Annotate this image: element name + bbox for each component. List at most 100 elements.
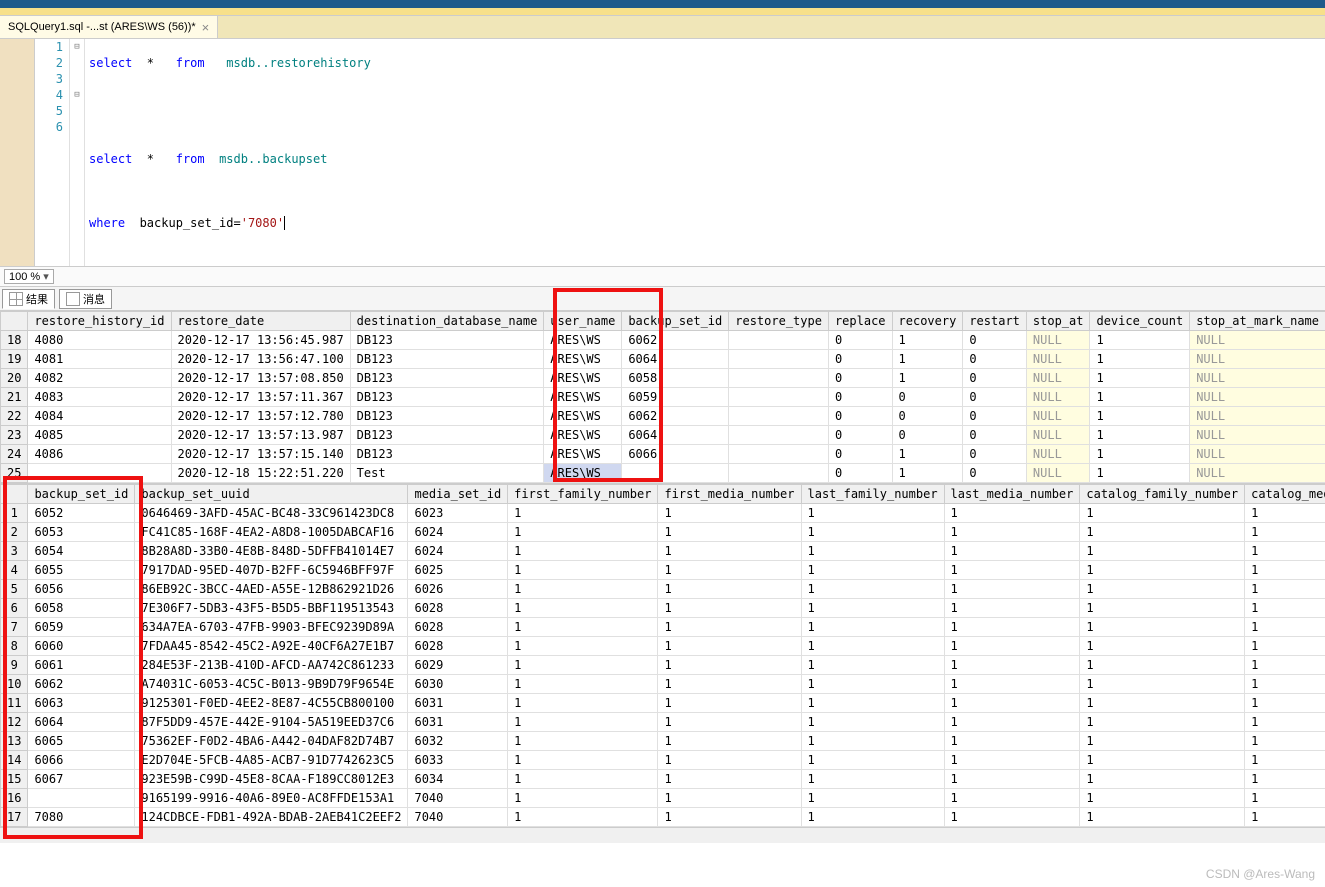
column-header[interactable]: restore_date [171,312,350,331]
table-cell[interactable]: 1 [1080,561,1245,580]
table-cell[interactable]: 923E59B-C99D-45E8-8CAA-F189CC8012E3 [135,770,408,789]
table-cell[interactable]: 1 [944,770,1080,789]
row-header[interactable]: 22 [1,407,28,426]
table-cell[interactable]: 1 [892,350,963,369]
table-cell[interactable] [28,789,135,808]
row-header[interactable]: 13 [1,732,28,751]
table-cell[interactable]: 1 [1090,331,1190,350]
row-header[interactable]: 17 [1,808,28,827]
table-cell[interactable]: DB123 [350,407,544,426]
table-cell[interactable]: 1 [1245,694,1325,713]
table-cell[interactable]: 4086 [28,445,171,464]
table-cell[interactable]: 1 [1245,542,1325,561]
table-cell[interactable]: 1 [658,504,801,523]
table-cell[interactable] [622,464,729,483]
table-cell[interactable]: 0 [828,388,892,407]
table-cell[interactable]: 0 [892,426,963,445]
table-cell[interactable]: 1 [1245,637,1325,656]
table-cell[interactable]: 1 [1245,504,1325,523]
table-cell[interactable]: 6055 [28,561,135,580]
table-cell[interactable]: E2D704E-5FCB-4A85-ACB7-91D7742623C5 [135,751,408,770]
table-cell[interactable]: 6034 [408,770,508,789]
table-cell[interactable]: 1 [801,732,944,751]
table-cell[interactable]: 0 [892,407,963,426]
table-cell[interactable]: NULL [1190,350,1325,369]
table-cell[interactable]: NULL [1026,369,1090,388]
table-cell[interactable]: DB123 [350,426,544,445]
table-cell[interactable]: 1 [1080,713,1245,732]
table-cell[interactable]: DB123 [350,350,544,369]
table-cell[interactable]: 1 [801,713,944,732]
table-cell[interactable]: 1 [944,732,1080,751]
table-cell[interactable]: 0 [828,407,892,426]
table-cell[interactable]: 9125301-F0ED-4EE2-8E87-4C55CB800100 [135,694,408,713]
table-cell[interactable]: 634A7EA-6703-47FB-9903-BFEC9239D89A [135,618,408,637]
table-cell[interactable]: 1 [508,770,658,789]
table-cell[interactable]: 6056 [28,580,135,599]
column-header[interactable] [1,312,28,331]
table-cell[interactable]: 0 [828,445,892,464]
table-cell[interactable]: NULL [1026,407,1090,426]
table-cell[interactable]: 7080 [28,808,135,827]
column-header[interactable]: last_media_number [944,485,1080,504]
table-cell[interactable]: 1 [892,464,963,483]
table-cell[interactable]: ARES\WS [544,445,622,464]
table-cell[interactable]: 1 [1245,599,1325,618]
table-cell[interactable]: 1 [801,751,944,770]
table-cell[interactable]: 6060 [28,637,135,656]
table-cell[interactable]: 1 [1090,426,1190,445]
row-header[interactable]: 24 [1,445,28,464]
table-cell[interactable]: 1 [944,751,1080,770]
table-cell[interactable]: 1 [1080,751,1245,770]
table-cell[interactable]: 6064 [622,426,729,445]
table-cell[interactable]: 0 [963,445,1027,464]
horizontal-scrollbar[interactable] [0,827,1325,843]
table-cell[interactable]: 1 [1245,561,1325,580]
table-cell[interactable]: 1 [508,523,658,542]
row-header[interactable]: 2 [1,523,28,542]
table-cell[interactable]: 1 [508,637,658,656]
table-cell[interactable]: 6028 [408,618,508,637]
sql-editor[interactable]: 123456 ⊟⊟ select * from msdb..restorehis… [0,38,1325,266]
table-cell[interactable]: 1 [1245,808,1325,827]
column-header[interactable]: backup_set_uuid [135,485,408,504]
table-cell[interactable]: 1 [658,770,801,789]
row-header[interactable]: 9 [1,656,28,675]
table-cell[interactable]: 2020-12-17 13:56:45.987 [171,331,350,350]
table-cell[interactable]: 1 [508,580,658,599]
table-cell[interactable]: 1 [1080,675,1245,694]
table-cell[interactable]: NULL [1026,388,1090,407]
table-cell[interactable]: 0 [828,350,892,369]
table-cell[interactable]: 1 [1080,808,1245,827]
table-cell[interactable]: ARES\WS [544,407,622,426]
table-cell[interactable] [729,445,829,464]
table-cell[interactable]: 6065 [28,732,135,751]
table-cell[interactable]: NULL [1026,464,1090,483]
table-cell[interactable]: ARES\WS [544,331,622,350]
table-cell[interactable]: ARES\WS [544,426,622,445]
table-cell[interactable]: NULL [1026,331,1090,350]
row-header[interactable]: 16 [1,789,28,808]
table-cell[interactable]: 6024 [408,523,508,542]
table-cell[interactable]: 6023 [408,504,508,523]
table-cell[interactable]: 6030 [408,675,508,694]
table-cell[interactable]: 1 [1080,789,1245,808]
table-cell[interactable]: 6054 [28,542,135,561]
row-header[interactable]: 7 [1,618,28,637]
table-cell[interactable]: 1 [658,523,801,542]
table-cell[interactable]: NULL [1026,350,1090,369]
table-cell[interactable]: 9165199-9916-40A6-89E0-AC8FFDE153A1 [135,789,408,808]
table-cell[interactable]: 6029 [408,656,508,675]
table-cell[interactable]: DB123 [350,388,544,407]
table-cell[interactable]: 7FDAA45-8542-45C2-A92E-40CF6A27E1B7 [135,637,408,656]
table-cell[interactable]: 86EB92C-3BCC-4AED-A55E-12B862921D26 [135,580,408,599]
table-cell[interactable]: 2020-12-17 13:57:08.850 [171,369,350,388]
table-cell[interactable]: 1 [658,618,801,637]
table-cell[interactable]: 2020-12-17 13:57:15.140 [171,445,350,464]
column-header[interactable]: recovery [892,312,963,331]
table-cell[interactable]: 1 [944,561,1080,580]
table-cell[interactable] [729,369,829,388]
table-cell[interactable] [729,426,829,445]
table-cell[interactable]: 1 [508,713,658,732]
table-cell[interactable]: 1 [1090,350,1190,369]
